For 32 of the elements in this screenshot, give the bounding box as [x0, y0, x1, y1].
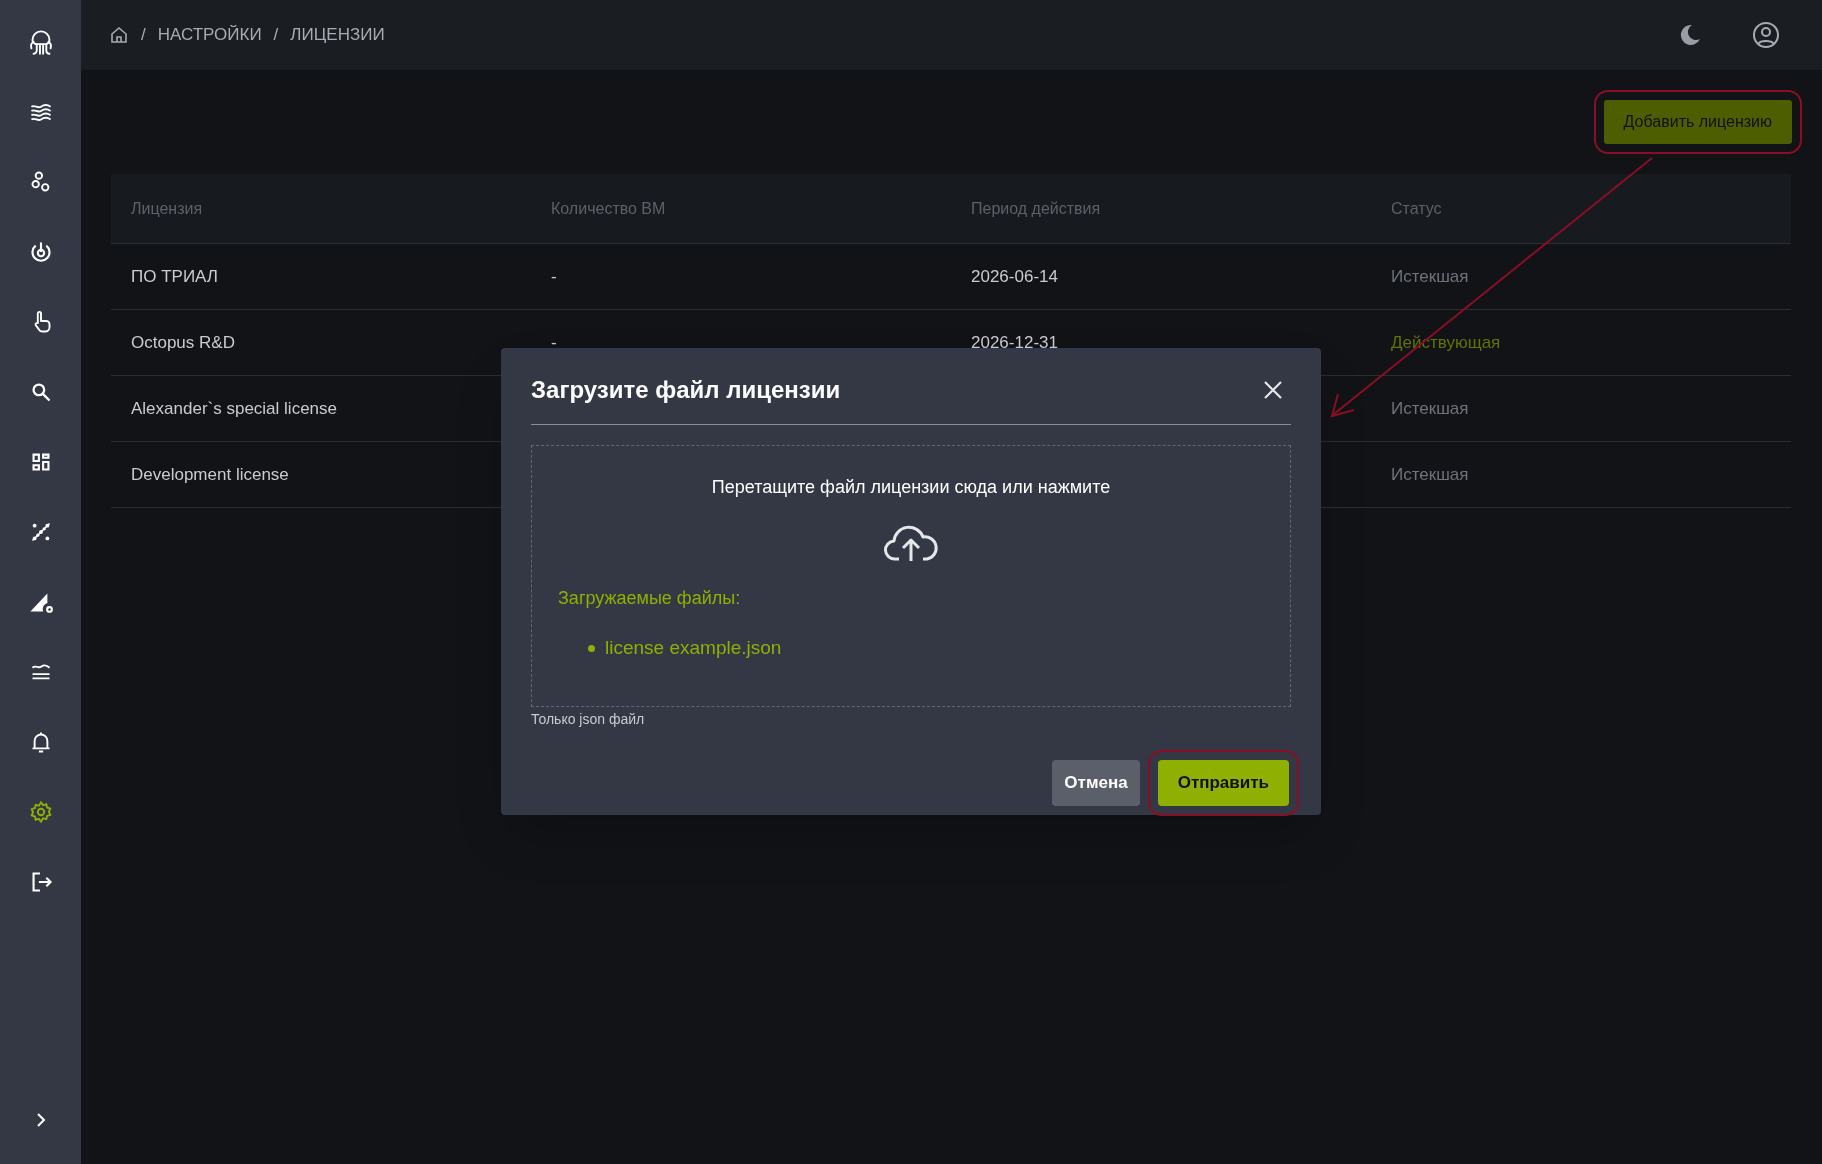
- cancel-button[interactable]: Отмена: [1052, 760, 1140, 806]
- submit-button[interactable]: Отправить: [1157, 760, 1289, 806]
- table-cell-text: 2026-06-14: [970, 265, 1059, 288]
- table-cell-text: ПО ТРИАЛ: [130, 265, 219, 288]
- table-cell-text: Alexander`s special license: [130, 397, 338, 420]
- drop-zone[interactable]: Перетащите файл лицензии сюда или нажмите Загружаемые файлы: license example.json: [531, 445, 1291, 707]
- moon-icon[interactable]: [1678, 23, 1702, 47]
- drop-instructions: Перетащите файл лицензии сюда или нажмите: [711, 476, 1111, 499]
- table-cell-text: Development license: [130, 463, 290, 486]
- files-label: Загружаемые файлы:: [558, 587, 742, 610]
- column-header: Статус: [1390, 198, 1443, 219]
- column-header: Лицензия: [130, 198, 204, 219]
- table-cell-text: -: [550, 265, 558, 288]
- table-cell-text: -: [550, 331, 558, 354]
- close-icon[interactable]: [1263, 380, 1283, 400]
- table-cell-text: Истекшая: [1390, 265, 1470, 288]
- bullet-icon: [588, 644, 595, 652]
- breadcrumb-separator: /: [273, 24, 279, 47]
- breadcrumb-link[interactable]: ЛИЦЕНЗИИ: [290, 22, 385, 48]
- column-header: Период действия: [970, 198, 1102, 219]
- home-icon[interactable]: [109, 25, 129, 45]
- account-icon[interactable]: [1752, 21, 1780, 49]
- table-cell-text: 2026-12-31: [970, 331, 1059, 354]
- table-cell-text: Истекшая: [1390, 397, 1470, 420]
- table-cell-text: Octopus R&D: [130, 331, 236, 354]
- dialog-title: Загрузите файл лицензии: [531, 375, 841, 405]
- hint-text: Только json файл: [531, 710, 646, 729]
- column-header: Количество ВМ: [550, 198, 667, 219]
- breadcrumb-link[interactable]: НАСТРОЙКИ: [157, 22, 262, 48]
- breadcrumb-separator: /: [141, 24, 146, 47]
- file-name: license example.json: [605, 636, 782, 660]
- table-cell-text: Истекшая: [1390, 463, 1470, 486]
